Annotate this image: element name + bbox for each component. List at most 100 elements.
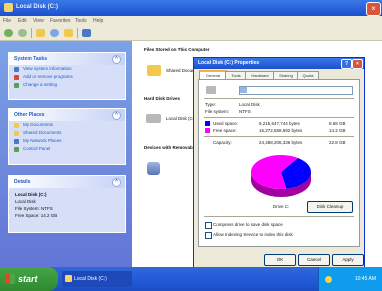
free-space-swatch: [205, 128, 210, 133]
apply-button[interactable]: Apply: [332, 254, 364, 266]
chevron-up-icon[interactable]: ^: [112, 111, 121, 120]
capacity-label: Capacity:: [213, 140, 232, 145]
compress-checkbox[interactable]: [205, 222, 212, 229]
drive-icon: [4, 3, 13, 12]
task-label: Add or remove programs: [23, 74, 73, 79]
task-label: View system information: [23, 66, 72, 71]
taskbar-window-button[interactable]: Local Disk (C:): [62, 271, 132, 287]
file-group-heading: Hard Disk Drives: [144, 96, 181, 101]
disk-cleanup-button[interactable]: Disk Cleanup: [307, 201, 353, 213]
system-tray: 10:45 AM: [318, 267, 382, 291]
section-heading: Files Stored on This Computer: [144, 47, 210, 52]
menu-file[interactable]: File: [3, 18, 11, 24]
menu-help[interactable]: Help: [93, 18, 103, 24]
start-button[interactable]: start: [0, 267, 58, 291]
system-info-icon: [14, 67, 19, 72]
details-line: Free Space: 14.2 GB: [15, 213, 58, 218]
place-label: Shared Documents: [23, 130, 62, 135]
dialog-close-button[interactable]: ×: [352, 59, 363, 69]
drive-label: Drive C:: [273, 204, 290, 209]
search-icon[interactable]: [50, 29, 59, 37]
general-tab-panel: Type: Local Disk File system: NTFS Used …: [198, 79, 360, 247]
network-icon: [14, 139, 19, 144]
details-line: Local Disk (C:): [15, 192, 47, 197]
back-icon[interactable]: [4, 29, 13, 37]
capacity-gb: 22.8 GB: [329, 140, 346, 145]
chevron-up-icon[interactable]: ^: [112, 178, 121, 187]
used-space-label: Used space:: [213, 121, 239, 126]
menu-view[interactable]: View: [33, 18, 44, 24]
windows-logo-icon: [5, 274, 15, 284]
folder-icon[interactable]: [147, 65, 161, 76]
properties-dialog: Local Disk (C:) Properties ? × General T…: [193, 57, 365, 270]
menu-edit[interactable]: Edit: [18, 18, 27, 24]
details-panel: Details ^ Local Disk (C:) Local Disk Fil…: [8, 175, 126, 233]
menu-bar: File Edit View Favorites Tools Help: [0, 16, 382, 26]
folder-icon: [14, 131, 19, 136]
task-item[interactable]: Change a setting: [9, 81, 125, 89]
task-pane: System Tasks ^ View system information A…: [0, 41, 132, 267]
compress-label: Compress drive to save disk space: [213, 222, 283, 227]
toolbar: [0, 26, 382, 41]
drive-icon: [206, 86, 216, 94]
details-title: Details: [14, 179, 31, 185]
used-space-bytes: 9,215,647,744 bytes: [259, 121, 300, 126]
place-label: My Documents: [23, 122, 54, 127]
system-tasks-panel: System Tasks ^ View system information A…: [8, 52, 126, 100]
control-panel-icon: [14, 147, 19, 152]
free-space-label: Free space:: [213, 128, 237, 133]
indexing-checkbox[interactable]: [205, 232, 212, 239]
place-item[interactable]: My Network Places: [9, 137, 125, 145]
capacity-bytes: 24,488,206,336 bytes: [259, 140, 303, 145]
cancel-button[interactable]: Cancel: [298, 254, 330, 266]
cd-drive-icon[interactable]: [147, 162, 160, 175]
menu-tools[interactable]: Tools: [75, 18, 87, 24]
taskbar-window-label: Local Disk (C:): [74, 276, 107, 282]
file-item[interactable]: Local Disk (C:): [166, 116, 196, 121]
details-line: Local Disk: [15, 199, 36, 204]
ok-button[interactable]: OK: [264, 254, 296, 266]
place-label: My Network Places: [23, 138, 62, 143]
menu-favorites[interactable]: Favorites: [50, 18, 71, 24]
programs-icon: [14, 75, 19, 80]
place-item[interactable]: Control Panel: [9, 145, 125, 153]
folders-icon[interactable]: [64, 29, 73, 37]
file-system-value: NTFS: [239, 109, 251, 114]
system-tasks-title: System Tasks: [14, 56, 47, 62]
dialog-title: Local Disk (C:) Properties: [198, 60, 260, 66]
dialog-titlebar[interactable]: Local Disk (C:) Properties ? ×: [194, 58, 364, 69]
place-item[interactable]: My Documents: [9, 121, 125, 129]
details-header[interactable]: Details ^: [9, 176, 125, 188]
close-button[interactable]: ×: [366, 2, 381, 16]
used-space-swatch: [205, 121, 210, 126]
views-icon[interactable]: [82, 29, 91, 37]
file-system-label: File system:: [205, 109, 230, 114]
start-label: start: [18, 274, 38, 284]
volume-icon[interactable]: [325, 276, 332, 283]
other-places-panel: Other Places ^ My Documents Shared Docum…: [8, 108, 126, 165]
place-item[interactable]: Shared Documents: [9, 129, 125, 137]
disk-usage-pie-chart: [251, 155, 311, 197]
control-panel-icon: [14, 83, 19, 88]
task-item[interactable]: Add or remove programs: [9, 73, 125, 81]
indexing-label: Allow Indexing Service to index this dis…: [213, 232, 293, 237]
type-label: Type:: [205, 102, 217, 107]
other-places-title: Other Places: [14, 112, 45, 118]
text-selection: [240, 87, 247, 93]
clock[interactable]: 10:45 AM: [355, 276, 376, 282]
place-label: Control Panel: [23, 146, 51, 151]
up-folder-icon[interactable]: [36, 29, 45, 37]
help-button[interactable]: ?: [341, 59, 352, 69]
task-item[interactable]: View system information: [9, 65, 125, 73]
task-label: Change a setting: [23, 82, 58, 87]
window-titlebar[interactable]: Local Disk (C:) ×: [0, 0, 382, 16]
forward-icon[interactable]: [18, 29, 27, 37]
other-places-header[interactable]: Other Places ^: [9, 109, 125, 121]
chevron-up-icon[interactable]: ^: [112, 55, 121, 64]
free-space-bytes: 15,272,558,592 bytes: [259, 128, 303, 133]
hard-disk-icon[interactable]: [146, 114, 161, 123]
system-tasks-header[interactable]: System Tasks ^: [9, 53, 125, 65]
volume-label-input[interactable]: [239, 86, 353, 95]
window-title: Local Disk (C:): [16, 4, 59, 10]
free-space-gb: 14.2 GB: [329, 128, 346, 133]
